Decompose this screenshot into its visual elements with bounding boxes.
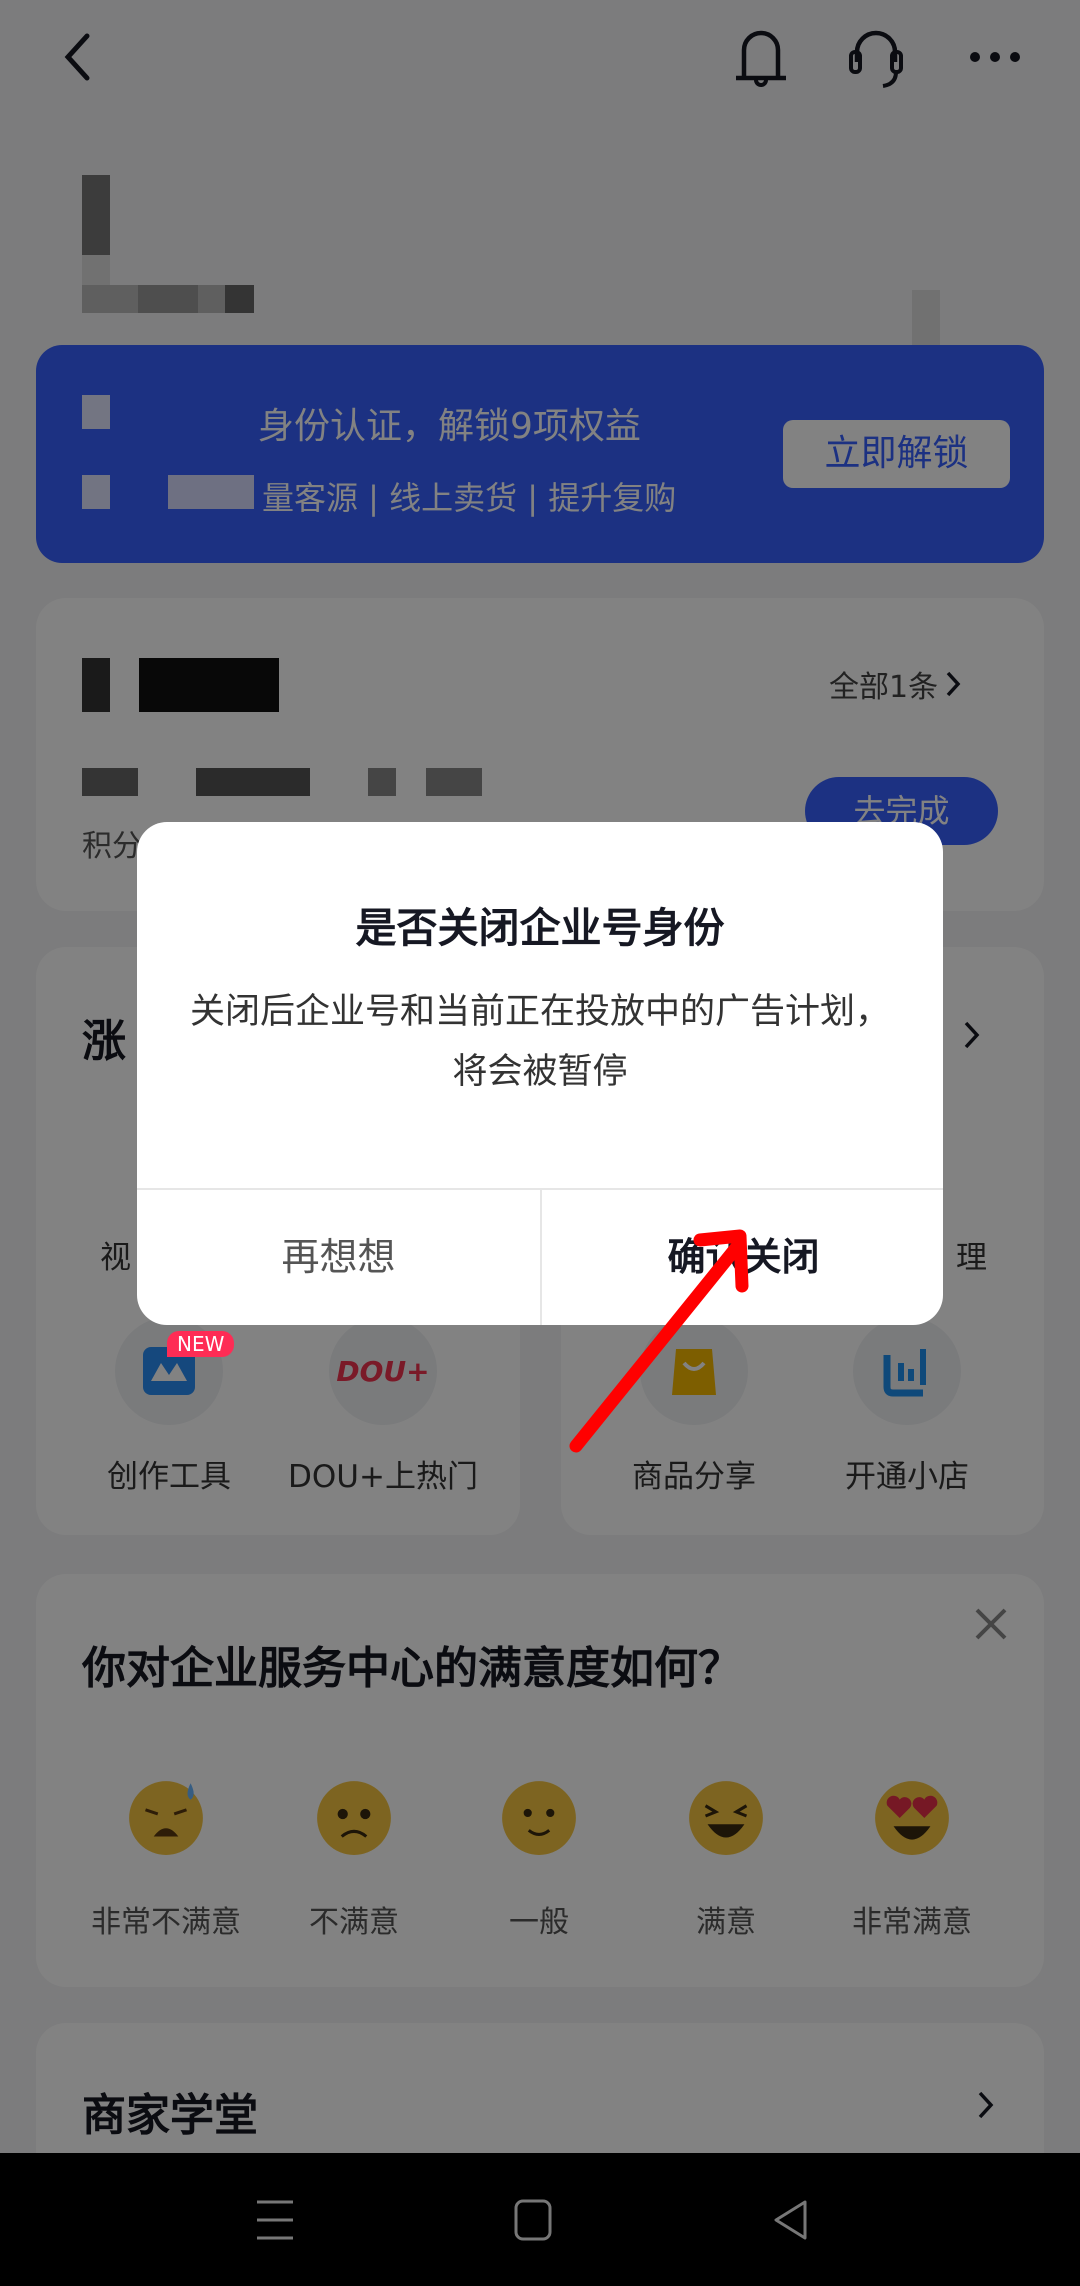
new-badge: NEW — [167, 1331, 235, 1357]
red-arrow-annotation — [569, 1229, 749, 1453]
back-icon[interactable] — [771, 2198, 811, 2242]
menu-icon[interactable] — [255, 2198, 295, 2242]
home-icon[interactable] — [513, 2198, 553, 2242]
system-navigation-bar — [0, 2153, 1080, 2286]
